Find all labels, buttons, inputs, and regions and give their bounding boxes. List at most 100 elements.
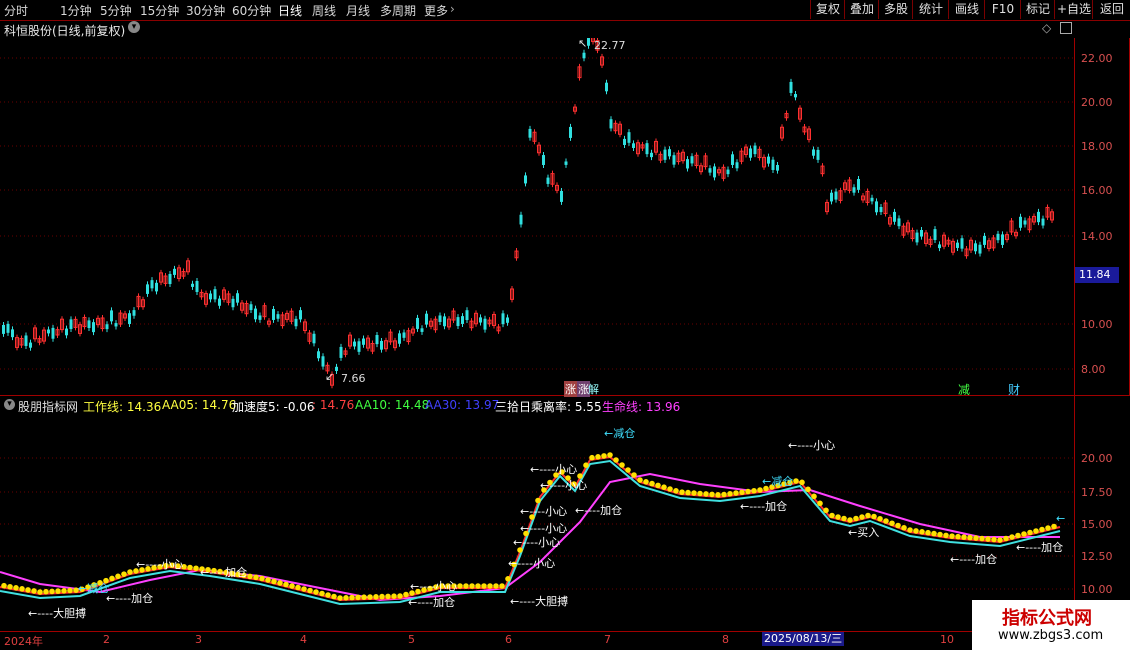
candle-body [380,340,383,350]
tab-30min[interactable]: 30分钟 [186,2,225,19]
aa05-dot [7,583,13,590]
aa05-dot [457,583,463,589]
candle-body [996,233,1000,241]
indicator-tick: 15.00 [1081,518,1113,531]
aa05-dot [661,484,667,490]
aa05-dot [355,594,361,601]
aa05-dot [391,593,397,599]
diamond-icon[interactable]: ◇ [1042,21,1051,35]
tab-60min[interactable]: 60分钟 [232,2,271,19]
tab-monthly[interactable]: 月线 [346,2,370,19]
candle-body [258,315,262,320]
annotation-xiaoxin: ←----小心 [513,536,561,549]
chevron-right-icon[interactable]: › [450,2,455,16]
aa05-dot [337,595,343,601]
candle-body [6,323,10,333]
aa05-dot [727,490,733,497]
aa05-dot [877,515,883,522]
aa05-dot [715,492,721,498]
aa05-dot [631,472,637,478]
tab-daily[interactable]: 日线 [278,2,302,19]
x-axis-label: 5 [408,633,415,646]
aa05-dot [595,454,601,460]
candle-body [335,366,338,371]
indicator-tick: 20.00 [1081,452,1113,465]
aa05-dot [835,514,841,520]
candle-body [272,308,275,320]
aa05-dot [751,487,757,494]
watermark-logo: 指标公式网 www.zbgs3.com [972,600,1130,650]
candle-body [69,319,73,330]
annotation-xiaoxin: ←----小心 [530,463,578,476]
aa05-dot [61,588,67,594]
tab-more[interactable]: 更多 [424,2,448,19]
event-marker-jie[interactable]: 解 [588,381,599,397]
aa05-dot [1027,529,1033,536]
aa05-dot [469,583,475,589]
aa05-dot [487,583,493,589]
statistics-button[interactable]: 统计 [912,0,949,19]
candle-body [483,318,487,330]
restore-rights-button[interactable]: 复权 [810,0,845,19]
x-axis-label: 2024年 [4,635,43,648]
chevron-down-icon[interactable]: ▾ [4,399,15,410]
candle-body [632,143,635,148]
tab-5min[interactable]: 5分钟 [100,2,132,19]
candle-body [645,143,649,155]
f10-button[interactable]: F10 [984,0,1021,19]
aa05-dot [289,583,295,589]
aa05-dot [19,586,25,592]
aa05-dot [955,533,961,540]
aa05-dot [889,520,895,527]
annotation-jiacang: ←----加仓 [200,566,248,579]
event-marker-zhang[interactable]: 涨 [564,381,577,397]
add-watchlist-button[interactable]: +自选 [1054,0,1093,19]
aa05-dot [697,490,703,497]
event-marker-cai[interactable]: 财 [1008,381,1020,398]
candle-body [29,342,32,348]
candle-body [501,313,505,325]
aa05-dot [991,536,997,543]
draw-line-button[interactable]: 画线 [948,0,985,19]
mark-button[interactable]: 标记 [1020,0,1055,19]
back-button[interactable]: 返回 [1092,0,1130,19]
aa05-dot [985,536,991,542]
tab-1min[interactable]: 1分钟 [60,2,92,19]
x-axis-label: 10 [940,633,954,646]
aa05-dot [253,574,259,581]
candle-body [749,148,752,158]
overlay-button[interactable]: 叠加 [844,0,879,19]
price-tick: 18.00 [1081,140,1113,153]
aa05-dot [655,482,661,489]
candle-body [623,138,626,145]
price-tick: 14.00 [1081,230,1113,243]
candle-body [609,119,613,129]
candle-body [461,316,464,324]
aa05-dot [499,583,505,589]
tab-weekly[interactable]: 周线 [312,2,336,19]
aa05-dot [1,582,7,589]
tab-15min[interactable]: 15分钟 [140,2,179,19]
aa05-dot [949,533,955,539]
tab-fenshi[interactable]: 分时 [4,2,28,19]
chevron-down-icon[interactable]: ▾ [128,21,140,33]
aa05-dot [649,480,655,487]
candle-body [690,156,694,164]
aa05-dot [583,462,589,468]
multi-stock-button[interactable]: 多股 [878,0,913,19]
candle-body [209,293,212,300]
aa05-dot [973,535,979,541]
x-axis-label: 8 [722,633,729,646]
event-marker-jian[interactable]: 减 [958,381,970,398]
candle-body [519,214,523,225]
aa05-dot [463,583,469,589]
indicator-value: AA30: 13.97 [425,398,500,412]
aa05-dot [613,457,619,463]
candle-body [506,317,509,323]
candle-body [524,175,527,184]
aa05-dot [841,515,847,522]
panel-toggle-icon[interactable] [1060,22,1072,34]
tab-multi-period[interactable]: 多周期 [380,2,416,19]
candle-body [87,320,91,328]
candle-body [398,333,401,344]
